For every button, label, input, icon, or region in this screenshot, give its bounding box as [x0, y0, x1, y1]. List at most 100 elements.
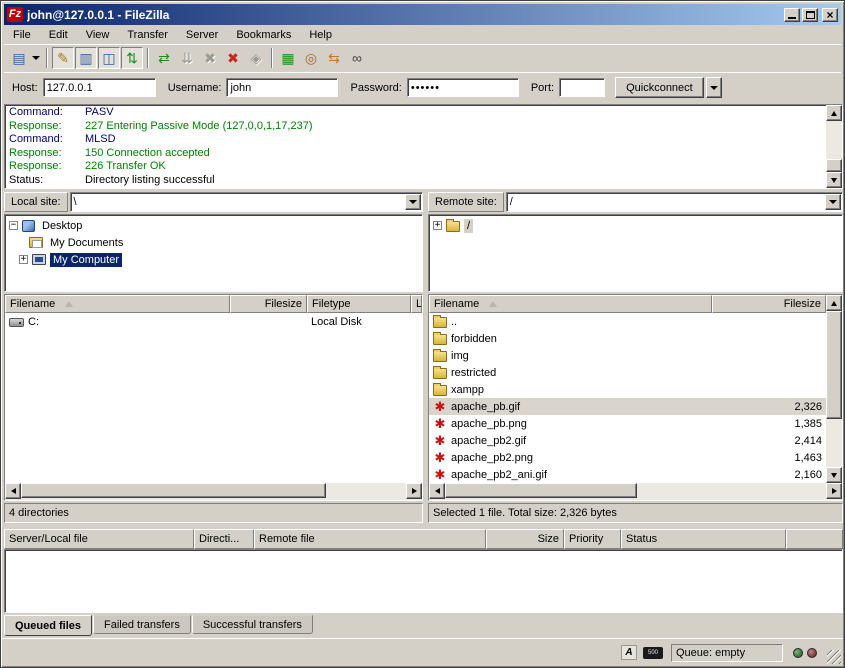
tab-successful-transfers[interactable]: Successful transfers [192, 615, 313, 634]
remote-file-row[interactable]: apache_pb2.png 1,463 [429, 449, 826, 466]
file-name: .. [451, 316, 457, 328]
chevron-down-icon [409, 200, 417, 204]
column-header-priority[interactable]: Priority [564, 529, 621, 549]
quickconnect-button[interactable]: Quickconnect [615, 77, 704, 98]
remote-file-row[interactable]: img [429, 347, 826, 364]
cancel-operation-button[interactable]: ✖ [199, 47, 221, 69]
site-manager-button[interactable]: ▤ [8, 47, 30, 69]
column-header-server-local-file[interactable]: Server/Local file [4, 529, 194, 549]
collapse-icon[interactable]: − [9, 221, 18, 230]
window-title: john@127.0.0.1 - FileZilla [27, 8, 784, 22]
scroll-right-button[interactable] [406, 483, 422, 499]
speed-limits-icon[interactable]: 500 [643, 647, 663, 659]
synchronized-browsing-button[interactable]: ⇆ [323, 47, 345, 69]
remote-file-row[interactable]: apache_pb2.gif 2,414 [429, 432, 826, 449]
menu-transfer[interactable]: Transfer [118, 27, 177, 43]
column-header-lastmodified[interactable]: L [411, 295, 422, 313]
folder-icon [433, 334, 447, 345]
scrollbar-thumb[interactable] [445, 483, 637, 498]
scroll-right-button[interactable] [826, 483, 842, 499]
queue-tabs: Queued filesFailed transfersSuccessful t… [4, 614, 843, 637]
expand-icon[interactable]: + [433, 221, 442, 230]
tab-queued-files[interactable]: Queued files [4, 615, 92, 636]
resize-grip[interactable] [827, 650, 841, 664]
find-files-button[interactable]: ∞ [346, 47, 368, 69]
scroll-up-button[interactable] [826, 105, 842, 121]
tree-item-desktop[interactable]: − Desktop [9, 217, 422, 234]
log-scrollbar[interactable] [826, 105, 842, 188]
scrollbar-thumb[interactable] [826, 311, 842, 419]
toggle-remote-tree-button[interactable]: ◫ [98, 47, 120, 69]
ascii-datatype-icon[interactable]: A [621, 645, 637, 660]
remote-file-row[interactable]: forbidden [429, 330, 826, 347]
expand-icon[interactable]: + [19, 255, 28, 264]
menu-edit[interactable]: Edit [40, 27, 77, 43]
close-button[interactable]: × [822, 8, 838, 22]
remote-file-row[interactable]: apache_pb2_ani.gif 2,160 [429, 466, 826, 483]
scrollbar-thumb[interactable] [21, 483, 326, 498]
title-bar[interactable]: Fz john@127.0.0.1 - FileZilla × [4, 4, 841, 25]
scroll-left-button[interactable] [429, 483, 445, 499]
toggle-queue-button[interactable]: ⇅ [121, 47, 143, 69]
scroll-down-button[interactable] [826, 172, 842, 188]
combo-dropdown-button[interactable] [825, 194, 841, 210]
password-input[interactable] [407, 78, 519, 97]
combo-dropdown-button[interactable] [405, 194, 421, 210]
host-input[interactable] [43, 78, 156, 97]
process-queue-button[interactable]: ⇊ [176, 47, 198, 69]
tree-item-my-documents[interactable]: My Documents [9, 234, 422, 251]
site-manager-dropdown-button[interactable] [30, 47, 42, 69]
minimize-button[interactable] [784, 8, 800, 22]
column-header-status[interactable]: Status [621, 529, 786, 549]
remote-file-row[interactable]: restricted [429, 364, 826, 381]
compare-directories-button[interactable]: ◎ [300, 47, 322, 69]
local-file-row[interactable]: C: Local Disk [5, 313, 422, 330]
refresh-button[interactable]: ⇄ [153, 47, 175, 69]
tree-item-my-computer[interactable]: + My Computer [9, 251, 422, 268]
column-header-filename[interactable]: Filename [429, 295, 712, 313]
menu-server[interactable]: Server [177, 27, 227, 43]
scroll-left-button[interactable] [5, 483, 21, 499]
remote-site-combo[interactable]: / [506, 192, 843, 212]
local-directory-tree: − Desktop My Documents + My Computer [4, 214, 423, 292]
remote-horizontal-scrollbar[interactable] [429, 483, 842, 500]
menu-file[interactable]: File [4, 27, 40, 43]
queue-list[interactable] [4, 549, 843, 613]
image-file-icon [433, 468, 447, 481]
local-site-combo[interactable]: \ [70, 192, 423, 212]
maximize-button[interactable] [802, 8, 818, 22]
remote-file-row[interactable]: .. [429, 313, 826, 330]
column-header-filesize[interactable]: Filesize [230, 295, 307, 313]
scrollbar-thumb[interactable] [826, 159, 842, 172]
scroll-down-button[interactable] [826, 467, 842, 483]
remote-vertical-scrollbar[interactable] [826, 295, 842, 483]
column-header-filetype[interactable]: Filetype [307, 295, 411, 313]
toggle-message-log-button[interactable]: ✎ [52, 47, 74, 69]
column-header-filesize[interactable]: Filesize [712, 295, 826, 313]
remote-file-row[interactable]: apache_pb.gif 2,326 [429, 398, 826, 415]
column-header-remote-file[interactable]: Remote file [254, 529, 486, 549]
close-icon: × [826, 10, 833, 20]
scroll-up-button[interactable] [826, 295, 842, 311]
quickconnect-dropdown-button[interactable] [706, 77, 722, 98]
remote-file-row[interactable]: xampp [429, 381, 826, 398]
remote-directory-tree: + / [428, 214, 843, 292]
tab-failed-transfers[interactable]: Failed transfers [93, 615, 191, 634]
toggle-local-tree-button[interactable]: ▥ [75, 47, 97, 69]
menu-help[interactable]: Help [300, 27, 341, 43]
column-header-size[interactable]: Size [486, 529, 564, 549]
column-header-direction[interactable]: Directi... [194, 529, 254, 549]
filter-button[interactable]: ▦ [277, 47, 299, 69]
column-header-filename[interactable]: Filename [5, 295, 230, 313]
remote-file-row[interactable]: apache_pb.png 1,385 [429, 415, 826, 432]
disconnect-button[interactable]: ✖ [222, 47, 244, 69]
menu-view[interactable]: View [77, 27, 119, 43]
port-input[interactable] [559, 78, 605, 97]
desktop-icon [22, 220, 35, 232]
file-name: apache_pb2.png [451, 452, 533, 464]
tree-item-root[interactable]: + / [433, 217, 842, 234]
username-input[interactable] [226, 78, 338, 97]
reconnect-button[interactable]: ◈ [245, 47, 267, 69]
local-horizontal-scrollbar[interactable] [5, 483, 422, 500]
menu-bookmarks[interactable]: Bookmarks [227, 27, 300, 43]
